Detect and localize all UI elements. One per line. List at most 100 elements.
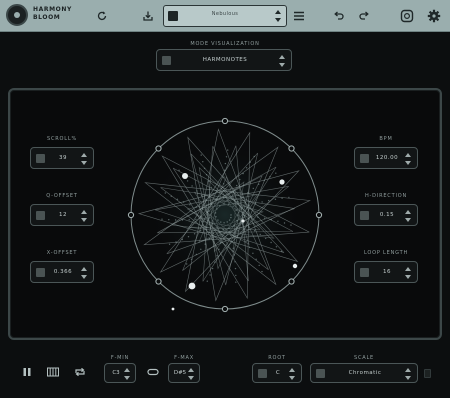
scale-stepper[interactable]	[405, 367, 413, 381]
settings-panel-icon[interactable]	[398, 7, 416, 25]
spiral-dot	[196, 190, 198, 192]
chevron-up-icon[interactable]	[275, 10, 281, 14]
piano-icon[interactable]	[46, 365, 60, 379]
app-title-line1: HARMONY	[33, 6, 72, 13]
root-select[interactable]: C	[252, 363, 302, 383]
spiral-dot	[211, 223, 213, 225]
f-max-field[interactable]: D#5	[168, 363, 200, 383]
chevron-up-icon[interactable]	[81, 267, 87, 271]
spiral-dot	[235, 281, 237, 283]
chevron-down-icon[interactable]	[81, 275, 87, 279]
chevron-down-icon[interactable]	[405, 275, 411, 279]
chevron-down-icon[interactable]	[81, 218, 87, 222]
spiral-dot	[181, 219, 184, 221]
spiral-dot	[253, 230, 256, 232]
spiral-dot	[254, 203, 257, 205]
loop-length-field[interactable]: 16	[354, 261, 418, 283]
mode-icon	[162, 56, 171, 65]
spiral-dot	[175, 241, 177, 243]
root-icon	[258, 369, 267, 378]
loop-length-stepper[interactable]	[405, 266, 413, 280]
chevron-up-icon[interactable]	[81, 210, 87, 214]
chevron-down-icon[interactable]	[124, 376, 130, 380]
chevron-up-icon[interactable]	[124, 368, 130, 372]
h-direction-icon	[360, 211, 369, 220]
chevron-up-icon[interactable]	[279, 55, 285, 59]
chevron-down-icon[interactable]	[405, 161, 411, 165]
spiral-dot	[245, 167, 248, 169]
spiral-dot	[223, 183, 225, 185]
spiral-dot	[191, 185, 193, 187]
pause-icon[interactable]	[20, 365, 34, 379]
scroll-value: 39	[59, 155, 67, 161]
mode-stepper[interactable]	[279, 54, 287, 68]
save-icon[interactable]	[139, 7, 157, 25]
chevron-up-icon[interactable]	[188, 368, 194, 372]
spiral-dot	[281, 197, 283, 199]
chevron-down-icon[interactable]	[289, 376, 295, 380]
note-orb	[292, 263, 298, 269]
h-direction-value: 0.15	[379, 212, 395, 218]
f-min-stepper[interactable]	[124, 367, 132, 381]
dice-icon[interactable]	[168, 11, 178, 21]
x-offset-stepper[interactable]	[81, 266, 89, 280]
loop-icon[interactable]	[73, 365, 87, 379]
scroll-stepper[interactable]	[81, 152, 89, 166]
chevron-down-icon[interactable]	[405, 218, 411, 222]
spiral-dot	[236, 184, 238, 187]
chevron-up-icon[interactable]	[405, 267, 411, 271]
spiral-dot	[231, 241, 233, 243]
link-icon[interactable]	[146, 365, 160, 379]
spiral-dot	[164, 192, 166, 194]
chevron-up-icon[interactable]	[405, 210, 411, 214]
spiral-dot	[233, 254, 235, 256]
gear-icon[interactable]	[425, 7, 443, 25]
chevron-down-icon[interactable]	[81, 161, 87, 165]
chevron-down-icon[interactable]	[405, 376, 411, 380]
spiral-dot	[223, 176, 225, 178]
q-offset-stepper[interactable]	[81, 209, 89, 223]
spiral-dot	[200, 154, 202, 156]
spiral-dot	[233, 224, 235, 226]
spiral-dot	[249, 161, 251, 163]
chevron-up-icon[interactable]	[289, 368, 295, 372]
spiral-dot	[258, 183, 260, 185]
ring-node	[221, 305, 229, 313]
resize-handle-icon[interactable]	[424, 369, 431, 378]
spiral-dot	[221, 235, 223, 237]
refresh-icon[interactable]	[93, 7, 111, 25]
chevron-up-icon[interactable]	[405, 368, 411, 372]
f-min-field[interactable]: C3	[104, 363, 136, 383]
root-stepper[interactable]	[289, 367, 297, 381]
spiral-dot	[265, 237, 267, 240]
preset-select[interactable]: Nebulous	[163, 5, 287, 27]
scroll-field[interactable]: 39	[30, 147, 94, 169]
preset-stepper[interactable]	[275, 9, 283, 23]
chevron-down-icon[interactable]	[188, 376, 194, 380]
chevron-up-icon[interactable]	[81, 153, 87, 157]
spiral-dot	[255, 258, 257, 260]
spiral-dot	[235, 209, 237, 211]
spiral-dot	[202, 161, 204, 163]
mode-select[interactable]: HARMONOTES	[156, 49, 292, 71]
h-direction-field[interactable]: 0.15	[354, 204, 418, 226]
f-max-stepper[interactable]	[188, 367, 196, 381]
spiral-dot	[214, 261, 216, 263]
chevron-down-icon[interactable]	[275, 18, 281, 22]
bpm-stepper[interactable]	[405, 152, 413, 166]
spiral-dot	[186, 180, 189, 182]
h-direction-stepper[interactable]	[405, 209, 413, 223]
bpm-field[interactable]: 120.00	[354, 147, 418, 169]
q-offset-field[interactable]: 12	[30, 204, 94, 226]
x-offset-field[interactable]: 0.366	[30, 261, 94, 283]
chevron-up-icon[interactable]	[405, 153, 411, 157]
scale-select[interactable]: Chromatic	[310, 363, 418, 383]
redo-icon[interactable]	[355, 7, 373, 25]
spiral-dot	[176, 198, 179, 200]
undo-icon[interactable]	[330, 7, 348, 25]
spiral-dot	[280, 250, 283, 252]
menu-icon[interactable]	[290, 7, 308, 25]
chevron-down-icon[interactable]	[279, 63, 285, 67]
spiral-dot	[222, 189, 225, 192]
spiral-dot	[234, 267, 237, 270]
